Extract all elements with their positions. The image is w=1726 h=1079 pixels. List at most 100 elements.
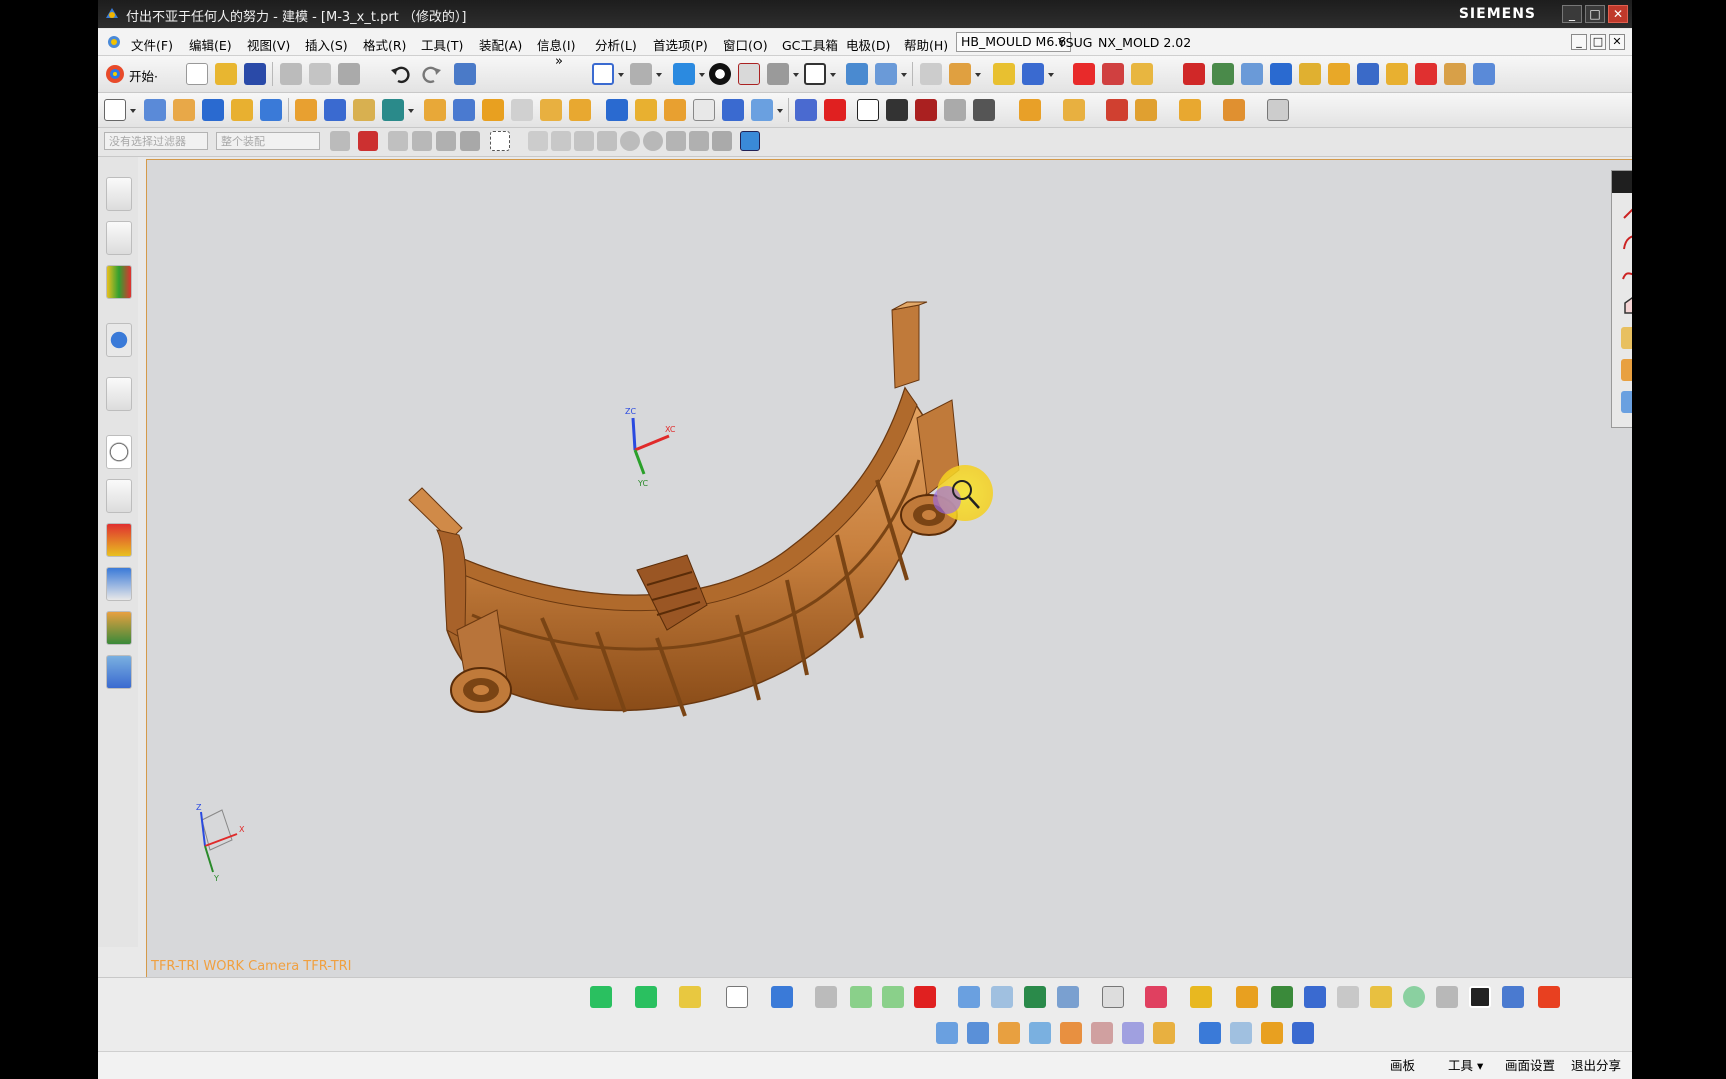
menu-format[interactable]: 格式(R): [363, 35, 406, 54]
layer-icon[interactable]: [920, 63, 942, 85]
draft-icon[interactable]: [453, 99, 475, 121]
mould-tool-6-icon[interactable]: [1241, 63, 1263, 85]
offset-curve-icon[interactable]: [1621, 327, 1632, 349]
mirror-icon[interactable]: [569, 99, 591, 121]
menu-view[interactable]: 视图(V): [247, 35, 290, 54]
surface-tool-9-icon[interactable]: [1199, 1022, 1221, 1044]
electrode-2-icon[interactable]: [886, 99, 908, 121]
menu-hb-mould[interactable]: HB_MOULD M6.6: [956, 32, 1072, 52]
part-navigator-icon[interactable]: [106, 265, 132, 299]
redo-icon[interactable]: [420, 64, 442, 84]
cut-icon[interactable]: [280, 63, 302, 85]
bottom-tool-17-icon[interactable]: [1236, 986, 1258, 1008]
doc-minimize-button[interactable]: _: [1571, 34, 1587, 50]
copy-icon[interactable]: [309, 63, 331, 85]
select-body-icon[interactable]: [436, 131, 456, 151]
bottom-tool-5-icon[interactable]: [771, 986, 793, 1008]
assembly-5-icon[interactable]: [1179, 99, 1201, 121]
exit-share-button[interactable]: 退出分享: [1571, 1055, 1621, 1074]
paste-icon[interactable]: [338, 63, 360, 85]
menu-ysug[interactable]: YSUG: [1058, 35, 1092, 50]
move-object-icon[interactable]: [949, 63, 971, 85]
web-browser-icon[interactable]: [106, 377, 132, 411]
filter-reset-icon[interactable]: [330, 131, 350, 151]
render-style-icon[interactable]: [673, 63, 695, 85]
surface-tool-6-icon[interactable]: [1091, 1022, 1113, 1044]
menu-tools[interactable]: 工具(T): [421, 35, 463, 54]
undo-icon[interactable]: [390, 64, 412, 84]
block-icon[interactable]: [202, 99, 224, 121]
menu-edit[interactable]: 编辑(E): [189, 35, 232, 54]
wcs-orient-icon[interactable]: [875, 63, 897, 85]
assembly-1-icon[interactable]: [1019, 99, 1041, 121]
snap-point-icon[interactable]: [358, 131, 378, 151]
bottom-tool-14-icon[interactable]: [1102, 986, 1124, 1008]
bottom-tool-20-icon[interactable]: [1337, 986, 1359, 1008]
edge-blend-icon[interactable]: [353, 99, 375, 121]
hide-icon[interactable]: [767, 63, 789, 85]
replace-face-icon[interactable]: [606, 99, 628, 121]
spline-icon[interactable]: [1621, 263, 1632, 285]
project-curve-icon[interactable]: [1621, 359, 1632, 381]
save-icon[interactable]: [244, 63, 266, 85]
clip-section-icon[interactable]: [738, 63, 760, 85]
surface-tool-1-icon[interactable]: [936, 1022, 958, 1044]
mould-tool-1-icon[interactable]: [1073, 63, 1095, 85]
roles-icon[interactable]: [106, 611, 132, 645]
mould-tool-8-icon[interactable]: [1299, 63, 1321, 85]
measure-icon[interactable]: [795, 99, 817, 121]
box-select-icon[interactable]: [490, 131, 510, 151]
menu-electrode[interactable]: 电极(D): [846, 35, 890, 54]
menu-help[interactable]: 帮助(H): [904, 35, 948, 54]
surface-tool-5-icon[interactable]: [1060, 1022, 1082, 1044]
surface-tool-3-icon[interactable]: [998, 1022, 1020, 1044]
minimize-button[interactable]: _: [1562, 5, 1582, 23]
screen-settings-button[interactable]: 画面设置: [1505, 1055, 1555, 1074]
doc-menu-icon[interactable]: [106, 34, 122, 50]
split-body-icon[interactable]: [324, 99, 346, 121]
select-feature-icon[interactable]: [460, 131, 480, 151]
snap-end-icon[interactable]: [528, 131, 548, 151]
bottom-tool-6-icon[interactable]: [815, 986, 837, 1008]
sketch-plane-icon[interactable]: [104, 99, 126, 121]
bottom-tool-22-icon[interactable]: [1403, 986, 1425, 1008]
start-icon[interactable]: [104, 63, 126, 85]
assembly-scope-select[interactable]: 整个装配: [216, 132, 320, 150]
maximize-button[interactable]: □: [1585, 5, 1605, 23]
history-clock-icon[interactable]: [106, 435, 132, 469]
surface-tool-4-icon[interactable]: [1029, 1022, 1051, 1044]
electrode-5-icon[interactable]: [973, 99, 995, 121]
bottom-tool-1-icon[interactable]: [590, 986, 612, 1008]
shading-icon[interactable]: [709, 63, 731, 85]
bottom-tool-23-icon[interactable]: [1436, 986, 1458, 1008]
mould-tool-9-icon[interactable]: [1328, 63, 1350, 85]
mould-tool-5-icon[interactable]: [1212, 63, 1234, 85]
menu-preferences[interactable]: 首选项(P): [653, 35, 708, 54]
snap-on-face-icon[interactable]: [712, 131, 732, 151]
mould-tool-3-icon[interactable]: [1131, 63, 1153, 85]
view-orient-icon[interactable]: [630, 63, 652, 85]
snap-existing-icon[interactable]: [666, 131, 686, 151]
extract-icon[interactable]: [751, 99, 773, 121]
assembly-4-icon[interactable]: [1135, 99, 1157, 121]
surface-tool-7-icon[interactable]: [1122, 1022, 1144, 1044]
constraint-navigator-icon[interactable]: [106, 221, 132, 255]
menu-info[interactable]: 信息(I): [537, 35, 575, 54]
mould-tool-10-icon[interactable]: [1357, 63, 1379, 85]
assembly-3-icon[interactable]: [1106, 99, 1128, 121]
surface-tool-8-icon[interactable]: [1153, 1022, 1175, 1044]
assembly-6-icon[interactable]: [1223, 99, 1245, 121]
bottom-tool-12-icon[interactable]: [1024, 986, 1046, 1008]
bottom-tool-3-icon[interactable]: [679, 986, 701, 1008]
boolean-icon[interactable]: [260, 99, 282, 121]
info-icon[interactable]: [106, 323, 132, 357]
graphics-viewport[interactable]: ZC XC YC Z X Y TFR-TRI WORK Camera TFR-T…: [146, 159, 1632, 979]
fit-view-icon[interactable]: [592, 63, 614, 85]
trim-body-icon[interactable]: [295, 99, 317, 121]
type-filter-select[interactable]: 没有选择过滤器: [104, 132, 208, 150]
menu-insert[interactable]: 插入(S): [305, 35, 348, 54]
extract-curve-icon[interactable]: [1621, 391, 1632, 413]
surface-tool-12-icon[interactable]: [1292, 1022, 1314, 1044]
select-curve-icon[interactable]: [388, 131, 408, 151]
thicken-icon[interactable]: [511, 99, 533, 121]
